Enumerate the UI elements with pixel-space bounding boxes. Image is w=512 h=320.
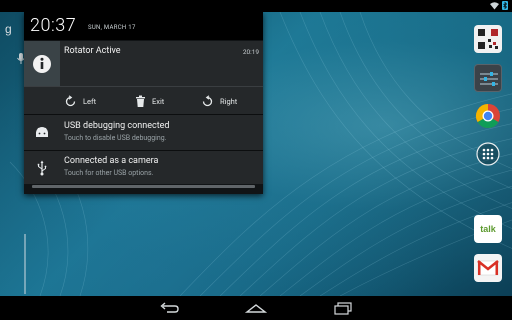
rotate-right-icon [202, 94, 213, 106]
notification-subtitle: Touch for other USB options. [64, 169, 154, 177]
navigation-bar [0, 296, 512, 320]
back-icon[interactable] [157, 300, 181, 316]
android-icon [36, 126, 48, 137]
home-icon[interactable] [244, 300, 268, 316]
rotate-left-icon [65, 94, 76, 106]
shade-header: 20:37 SUN, MARCH 17 [24, 12, 263, 40]
settings-sliders-icon[interactable] [474, 64, 502, 92]
notification-usb-camera[interactable]: Connected as a camera Touch for other US… [24, 151, 263, 184]
app-dock: talk [468, 12, 512, 296]
clock-date: SUN, MARCH 17 [88, 24, 136, 31]
notification-subtitle: Touch to disable USB debugging. [64, 134, 167, 142]
info-icon [33, 54, 51, 73]
notification-usb-debugging[interactable]: USB debugging connected Touch to disable… [24, 115, 263, 150]
recent-apps-icon[interactable] [331, 300, 355, 316]
trash-icon [136, 95, 145, 107]
notification-rotator[interactable]: Rotator Active 20:19 [24, 41, 263, 86]
page-indicator [24, 234, 26, 294]
notification-time: 20:19 [242, 48, 259, 56]
wifi-icon [490, 1, 499, 9]
notification-icon-box [24, 151, 60, 184]
exit-label: Exit [152, 96, 165, 106]
notification-icon-box [24, 115, 60, 150]
gmail-icon[interactable] [474, 254, 502, 282]
qr-scanner-icon[interactable] [474, 25, 502, 53]
svg-text:g: g [5, 22, 12, 36]
google-search-icon[interactable]: g [4, 22, 18, 36]
rotate-left-button[interactable]: Left [64, 87, 96, 115]
status-bar [0, 0, 512, 12]
talk-icon[interactable]: talk [474, 215, 502, 243]
clock-time: 20:37 [30, 15, 77, 36]
rotate-left-label: Left [83, 96, 97, 106]
notification-actions: Left Exit Right [24, 86, 263, 114]
usb-icon [37, 160, 47, 175]
notification-icon-box [24, 41, 60, 86]
shade-drag-handle[interactable] [32, 185, 255, 188]
notification-title: USB debugging connected [64, 121, 170, 131]
chrome-icon[interactable] [474, 102, 502, 130]
notification-title: Connected as a camera [64, 156, 159, 166]
all-apps-icon[interactable] [474, 140, 502, 168]
bluetooth-icon [502, 1, 508, 10]
talk-label: talk [480, 224, 496, 234]
rotate-right-button[interactable]: Right [201, 87, 237, 115]
notification-title: Rotator Active [64, 46, 121, 56]
rotate-right-label: Right [220, 96, 238, 106]
notification-shade: 20:37 SUN, MARCH 17 Rotator Active 20:19… [24, 12, 263, 194]
exit-button[interactable]: Exit [135, 87, 164, 115]
